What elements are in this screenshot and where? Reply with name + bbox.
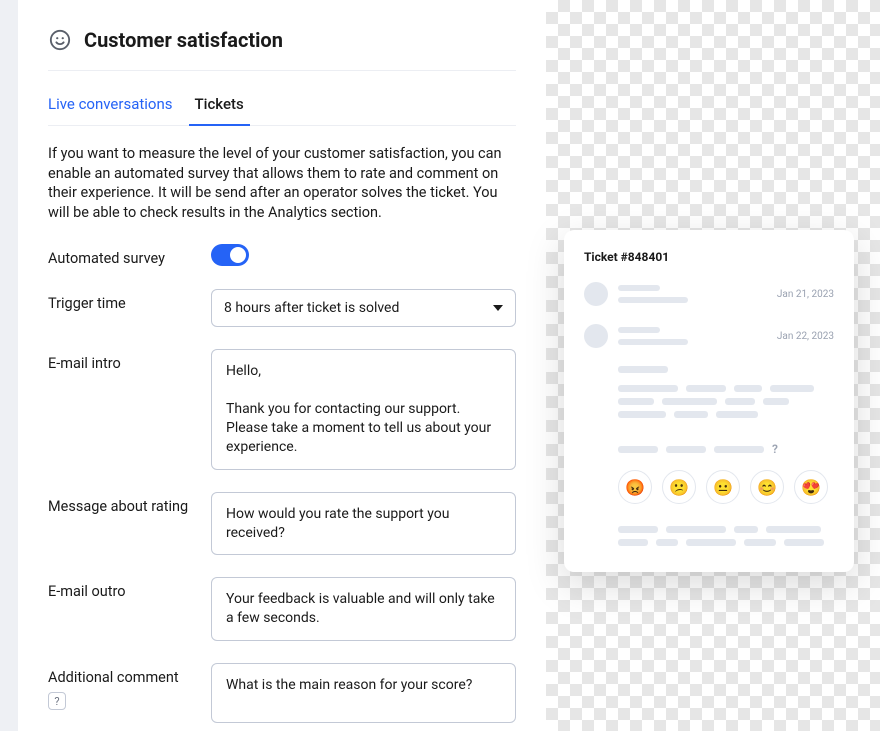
avatar	[584, 282, 608, 306]
timestamp: Jan 22, 2023	[777, 331, 834, 342]
intro-text: If you want to measure the level of your…	[48, 144, 516, 222]
avatar	[584, 324, 608, 348]
trigger-time-label: Trigger time	[48, 289, 193, 312]
question-mark: ?	[772, 442, 778, 456]
email-intro-label: E-mail intro	[48, 349, 193, 372]
tab-tickets[interactable]: Tickets	[195, 85, 244, 125]
email-outro-input[interactable]: Your feedback is valuable and will only …	[211, 577, 516, 641]
rating-emoji-3[interactable]: 😐	[706, 470, 740, 504]
help-icon[interactable]: ?	[48, 692, 66, 710]
email-preview-card: Ticket #848401 Jan 21, 2023 Jan 22, 2023	[564, 230, 854, 572]
email-intro-input[interactable]: Hello, Thank you for contacting our supp…	[211, 349, 516, 469]
automated-survey-toggle[interactable]	[211, 244, 249, 266]
rating-emoji-2[interactable]: 😕	[662, 470, 696, 504]
additional-comment-label: Additional comment	[48, 669, 179, 686]
rating-message-input[interactable]: How would you rate the support you recei…	[211, 492, 516, 556]
rating-emoji-5[interactable]: 😍	[794, 470, 828, 504]
skeleton-line	[618, 339, 688, 345]
trigger-time-select[interactable]: 8 hours after ticket is solved	[211, 289, 516, 327]
rating-emoji-row: 😡 😕 😐 😊 😍	[618, 470, 834, 504]
rating-emoji-1[interactable]: 😡	[618, 470, 652, 504]
skeleton-line	[618, 297, 688, 303]
automated-survey-label: Automated survey	[48, 244, 193, 267]
skeleton-line	[618, 285, 660, 291]
rating-message-label: Message about rating	[48, 492, 193, 515]
chevron-down-icon	[493, 305, 503, 311]
ticket-number: Ticket #848401	[584, 250, 834, 264]
preview-footer-skeleton	[618, 526, 834, 546]
preview-pane: Ticket #848401 Jan 21, 2023 Jan 22, 2023	[546, 0, 880, 731]
rating-emoji-4[interactable]: 😊	[750, 470, 784, 504]
tab-live-conversations[interactable]: Live conversations	[48, 85, 173, 125]
skeleton-line	[618, 327, 660, 333]
preview-body-skeleton: ?	[618, 366, 834, 456]
page-title: Customer satisfaction	[84, 28, 283, 52]
email-outro-label: E-mail outro	[48, 577, 193, 600]
tabs: Live conversations Tickets	[48, 85, 516, 126]
additional-comment-input[interactable]: What is the main reason for your score?	[211, 663, 516, 723]
trigger-time-value: 8 hours after ticket is solved	[224, 300, 399, 316]
timestamp: Jan 21, 2023	[777, 289, 834, 300]
settings-panel: Customer satisfaction Live conversations…	[18, 0, 546, 731]
customer-satisfaction-icon	[48, 28, 72, 52]
